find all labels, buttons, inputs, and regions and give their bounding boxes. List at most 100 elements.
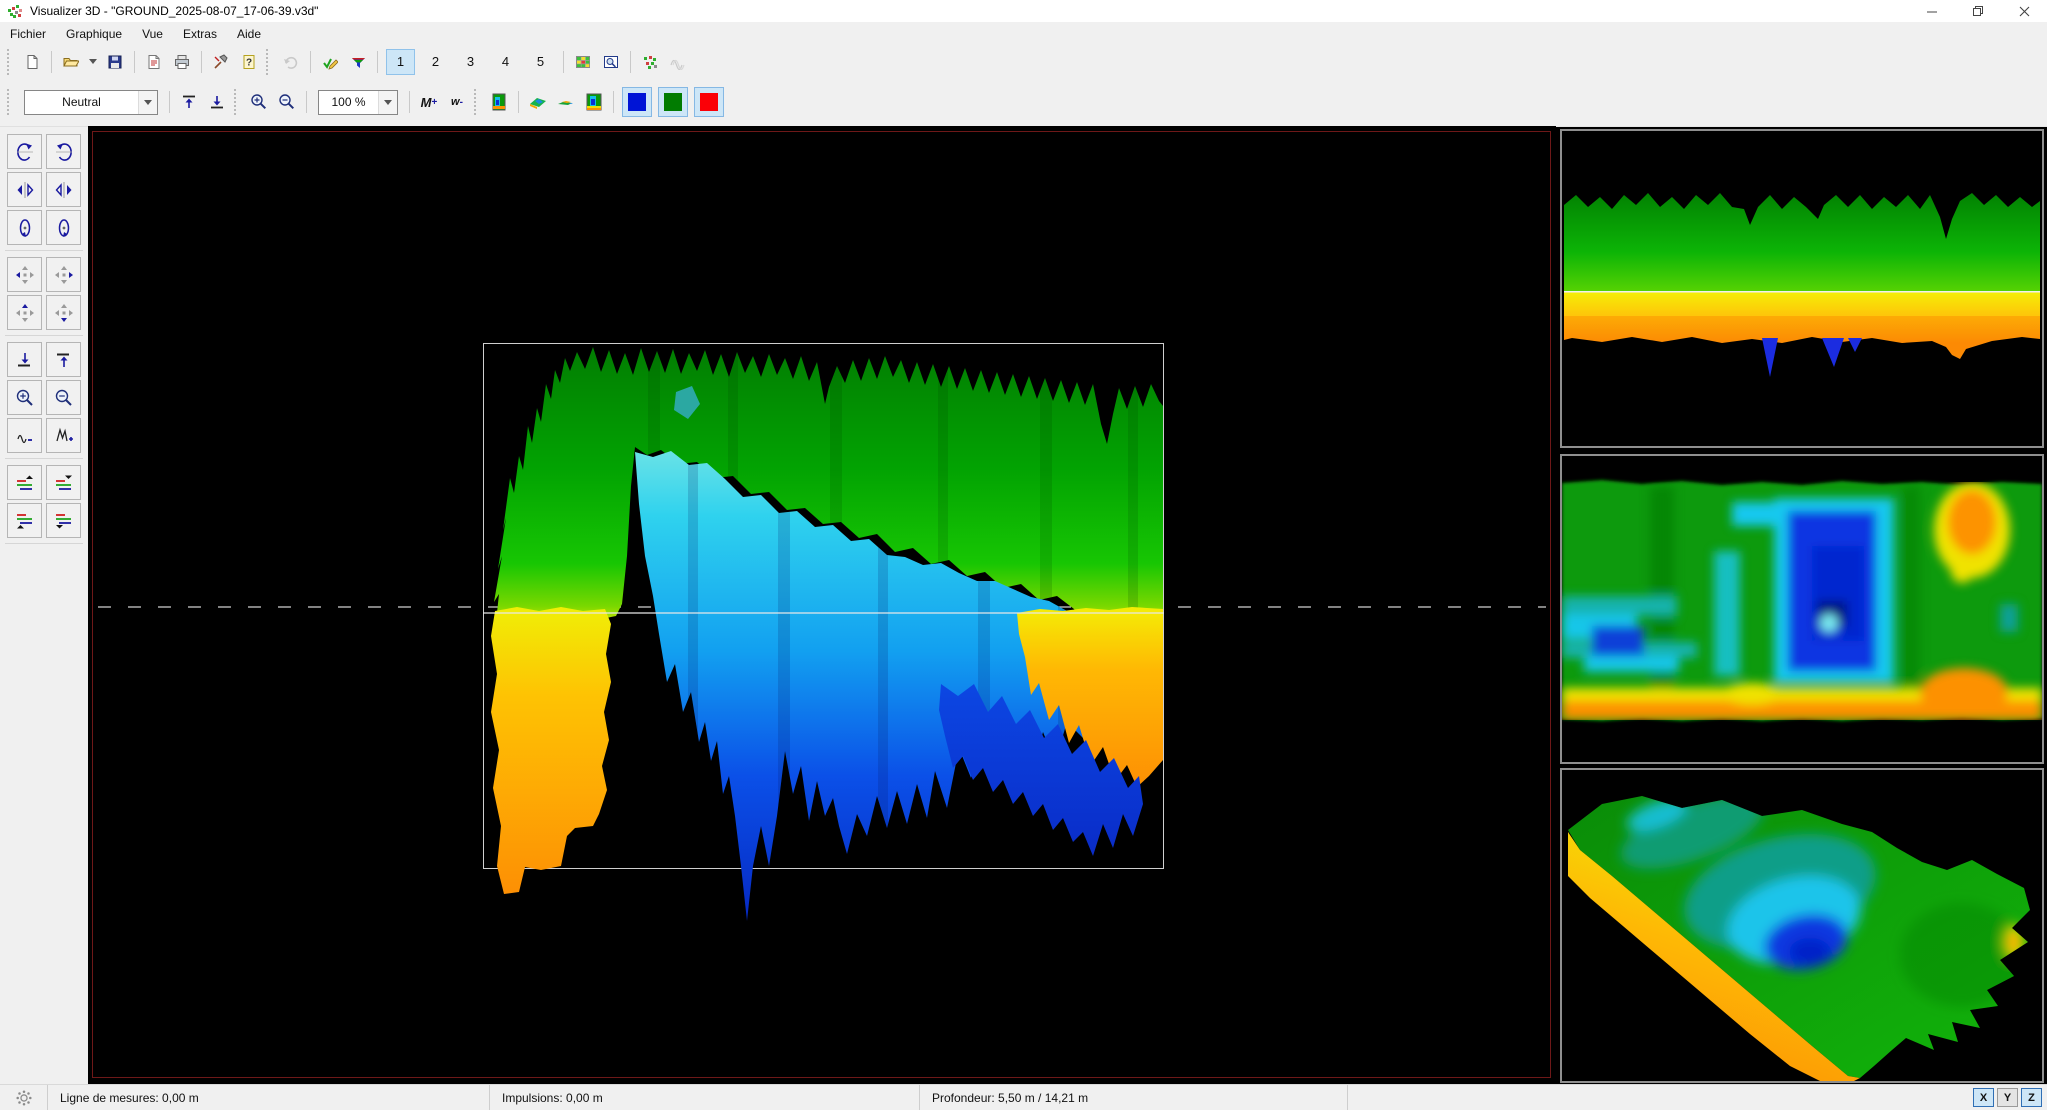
axis-z-toggle[interactable]: Z <box>2021 1088 2042 1107</box>
view-preset-1[interactable]: 1 <box>386 49 415 75</box>
spin-cw-icon <box>54 218 74 238</box>
pan-left-icon <box>15 265 35 285</box>
pixel-view-button[interactable] <box>638 50 662 74</box>
signal-view-button[interactable] <box>666 50 690 74</box>
toolbar-gripper[interactable] <box>234 89 239 115</box>
menu-extras[interactable]: Extras <box>173 22 227 45</box>
pan-down-button[interactable] <box>46 295 81 330</box>
zoom-in-side-button[interactable] <box>7 380 42 415</box>
preview-box-icon <box>603 54 619 70</box>
toolbar-gripper[interactable] <box>7 49 12 75</box>
align-bottom-button[interactable] <box>205 90 229 114</box>
view-preset-5[interactable]: 5 <box>526 49 555 75</box>
terrain-orange-left <box>491 607 611 894</box>
top-view-scene <box>1562 456 2042 762</box>
undo-button[interactable] <box>279 50 303 74</box>
restore-icon <box>1972 5 1984 17</box>
top-view-panel[interactable] <box>1560 454 2044 764</box>
close-button[interactable] <box>2001 0 2047 22</box>
menu-fichier[interactable]: Fichier <box>0 22 56 45</box>
colormap-thumb-button[interactable] <box>487 90 511 114</box>
zoom-in-button[interactable] <box>247 90 271 114</box>
side-view-panel[interactable] <box>1560 129 2044 448</box>
colormap-thumb-2-icon <box>586 93 602 111</box>
layers-shift-up-button[interactable] <box>7 503 42 538</box>
rotate-up-icon <box>15 142 35 162</box>
pan-left-button[interactable] <box>7 257 42 292</box>
channel-green-toggle[interactable] <box>658 87 688 117</box>
menu-bar: Fichier Graphique Vue Extras Aide <box>0 22 2047 45</box>
print-button[interactable] <box>170 50 194 74</box>
view-preset-2[interactable]: 2 <box>421 49 450 75</box>
zoom-level-value: 100 % <box>319 95 378 109</box>
rotate-down-button[interactable] <box>46 134 81 169</box>
filter-3d-button[interactable] <box>346 50 370 74</box>
main-3d-view[interactable] <box>88 126 1556 1084</box>
toolbar-gripper[interactable] <box>7 89 12 115</box>
zoom-out-button[interactable] <box>275 90 299 114</box>
align-bottom-icon <box>208 93 226 111</box>
colormap-thumb-2-button[interactable] <box>582 90 606 114</box>
signal-minus-icon: w <box>451 97 460 108</box>
iso-orange-spot <box>2009 933 2019 951</box>
axis-y-toggle[interactable]: Y <box>1997 1088 2018 1107</box>
menu-vue[interactable]: Vue <box>132 22 173 45</box>
color-filter-select[interactable]: Neutral <box>24 90 158 115</box>
channel-blue-toggle[interactable] <box>622 87 652 117</box>
menu-aide[interactable]: Aide <box>227 22 271 45</box>
signal-reduce-side-button[interactable] <box>7 418 42 453</box>
grid-view-button[interactable] <box>571 50 595 74</box>
axis-x-toggle[interactable]: X <box>1973 1088 1994 1107</box>
rotate-right-button[interactable] <box>46 172 81 207</box>
view-preset-3[interactable]: 3 <box>456 49 485 75</box>
menu-graphique[interactable]: Graphique <box>56 22 132 45</box>
rotate-up-button[interactable] <box>7 134 42 169</box>
edit-signal-button[interactable] <box>318 50 342 74</box>
flat-view-button[interactable] <box>554 90 578 114</box>
colormap-thumb-icon <box>492 93 506 111</box>
open-file-icon <box>63 54 79 70</box>
export-report-button[interactable] <box>142 50 166 74</box>
move-to-bottom-icon <box>15 350 35 370</box>
open-file-dropdown[interactable] <box>87 50 99 74</box>
status-gear-icon <box>0 1085 48 1110</box>
channel-red-toggle[interactable] <box>694 87 724 117</box>
layers-lower-icon <box>54 473 74 493</box>
signal-amplify-button[interactable]: M+ <box>417 90 441 114</box>
signal-reduce-button[interactable]: w- <box>445 90 469 114</box>
toolbar-gripper[interactable] <box>266 49 271 75</box>
spin-cw-button[interactable] <box>46 210 81 245</box>
save-icon <box>107 54 123 70</box>
restore-button[interactable] <box>1955 0 2001 22</box>
zoom-level-select[interactable]: 100 % <box>318 90 398 115</box>
pan-right-button[interactable] <box>46 257 81 292</box>
spin-ccw-button[interactable] <box>7 210 42 245</box>
iso-view-button[interactable] <box>526 90 550 114</box>
open-file-button[interactable] <box>59 50 83 74</box>
toolbar-gripper[interactable] <box>474 89 479 115</box>
view-preset-4[interactable]: 4 <box>491 49 520 75</box>
preview-box-button[interactable] <box>599 50 623 74</box>
pan-up-button[interactable] <box>7 295 42 330</box>
tools-button[interactable] <box>209 50 233 74</box>
save-button[interactable] <box>103 50 127 74</box>
align-top-button[interactable] <box>177 90 201 114</box>
rotate-left-button[interactable] <box>7 172 42 207</box>
new-document-button[interactable] <box>20 50 44 74</box>
new-document-icon <box>24 54 40 70</box>
help-button[interactable]: ? <box>237 50 261 74</box>
move-to-top-button[interactable] <box>46 342 81 377</box>
signal-amplify-side-button[interactable] <box>46 418 81 453</box>
tools-icon <box>213 54 229 70</box>
top-blue-blob-left <box>1592 626 1644 656</box>
zoom-out-side-button[interactable] <box>46 380 81 415</box>
iso-view-panel[interactable] <box>1560 768 2044 1083</box>
layers-raise-button[interactable] <box>7 465 42 500</box>
layers-shift-down-button[interactable] <box>46 503 81 538</box>
rotate-down-icon <box>54 142 74 162</box>
layers-lower-button[interactable] <box>46 465 81 500</box>
move-to-bottom-button[interactable] <box>7 342 42 377</box>
status-spacer <box>1348 1085 1973 1110</box>
pan-down-icon <box>54 303 74 323</box>
minimize-button[interactable] <box>1909 0 1955 22</box>
